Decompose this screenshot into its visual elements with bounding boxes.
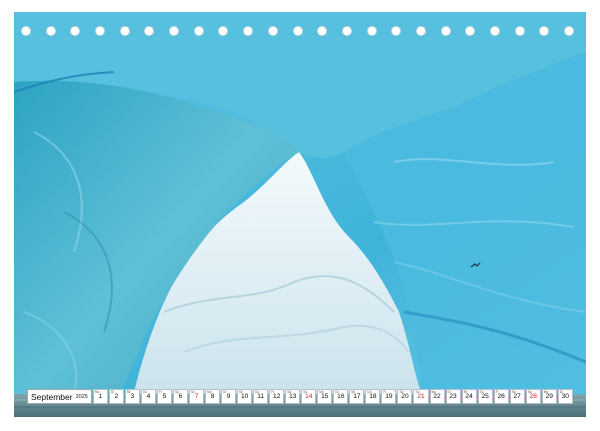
weekday-label: Fr [271, 390, 275, 394]
weekday-label: So [527, 390, 532, 394]
day-number: 26 [497, 393, 505, 400]
day-number: 17 [353, 393, 361, 400]
day-number: 18 [369, 393, 377, 400]
day-number: 12 [273, 393, 281, 400]
weekday-label: Mo [543, 390, 549, 394]
weekday-label: Mo [94, 390, 100, 394]
day-cell: Sa 13 [285, 389, 301, 404]
day-cell: Do 25 [477, 389, 493, 404]
weekday-label: Sa [399, 390, 404, 394]
day-cell: Fr 26 [493, 389, 509, 404]
day-number: 29 [545, 393, 553, 400]
weekday-label: So [303, 390, 308, 394]
calendar-page [14, 12, 586, 417]
weekday-label: Do [142, 390, 148, 394]
day-number: 16 [337, 393, 345, 400]
weekday-label: Mi [351, 390, 355, 394]
day-number: 11 [257, 393, 265, 400]
iceberg-arch-icon [14, 12, 586, 417]
day-cell: Sa 27 [509, 389, 525, 404]
day-cell: Di 9 [221, 389, 237, 404]
day-number: 5 [162, 393, 167, 400]
day-cell: Mi 24 [461, 389, 477, 404]
day-cell: Mi 17 [349, 389, 365, 404]
weekday-label: Fr [383, 390, 387, 394]
weekday-label: Di [447, 390, 451, 394]
weekday-label: Mi [463, 390, 467, 394]
day-cell: Fr 19 [381, 389, 397, 404]
day-number: 14 [305, 393, 313, 400]
weekday-label: Mo [431, 390, 436, 394]
weekday-label: Do [367, 390, 372, 394]
day-number: 21 [417, 393, 425, 400]
day-number: 4 [146, 393, 151, 400]
day-number: 15 [321, 393, 329, 400]
weekday-label: Mo [319, 390, 324, 394]
day-number: 7 [194, 393, 199, 400]
weekday-label: Mi [126, 390, 131, 394]
day-number: 19 [385, 393, 393, 400]
day-cell: Do 18 [365, 389, 381, 404]
day-number: 2 [114, 393, 119, 400]
day-number: 10 [240, 393, 249, 400]
day-cell: Fr 12 [269, 389, 285, 404]
day-cell: Mo 29 [541, 389, 557, 404]
day-cell: Sa 20 [397, 389, 413, 404]
weekday-label: Fr [158, 390, 162, 394]
weekday-label: Fr [495, 390, 499, 394]
day-cell: So 7 [189, 389, 205, 404]
day-cell: So 21 [413, 389, 429, 404]
day-number: 27 [513, 393, 521, 400]
weekday-label: Di [223, 390, 227, 394]
day-number: 20 [401, 393, 409, 400]
day-cell: Sa 6 [173, 389, 189, 404]
day-number: 9 [226, 393, 231, 400]
day-cell: Do 11 [253, 389, 269, 404]
weekday-label: Mo [207, 390, 212, 394]
day-cell: Mo 22 [429, 389, 445, 404]
day-cell: Do 4 [140, 389, 156, 404]
day-cell: Mo 15 [317, 389, 333, 404]
weekday-label: Do [479, 390, 484, 394]
weekday-label: Sa [175, 390, 179, 394]
day-number: 24 [465, 393, 473, 400]
day-cell: Mi 3 [124, 389, 140, 404]
day-cell: Mi 10 [237, 389, 253, 404]
weekday-label: Di [559, 390, 563, 394]
day-cell: Di 2 [108, 389, 124, 404]
calendar-strip: September 2025 Mo 1 Di 2 Mi 3 Do 4 Fr 5 Sa 6 So 7 Mo 8 D… [27, 389, 573, 404]
day-number: 3 [130, 393, 135, 400]
day-cell: Mo 1 [92, 389, 108, 404]
iceberg-arch-photo [14, 12, 586, 417]
day-number: 25 [481, 393, 489, 400]
day-number: 8 [210, 393, 215, 400]
day-number: 1 [98, 393, 103, 400]
day-cell: Di 30 [557, 389, 573, 404]
day-number: 28 [529, 393, 537, 400]
weekday-label: Sa [287, 390, 292, 394]
year-label: 2025 [75, 393, 88, 400]
weekday-label: Mi [239, 390, 243, 394]
day-cell: Di 23 [445, 389, 461, 404]
weekday-label: Do [255, 390, 260, 394]
day-cell: So 28 [525, 389, 541, 404]
weekday-label: So [415, 390, 420, 394]
weekday-label: Sa [511, 390, 516, 394]
weekday-label: So [191, 390, 195, 394]
day-number: 13 [289, 393, 297, 400]
day-cell: Mo 8 [205, 389, 221, 404]
day-number: 30 [561, 393, 569, 400]
weekday-label: Di [335, 390, 339, 394]
day-cell: Di 16 [333, 389, 349, 404]
day-number: 22 [433, 393, 441, 400]
day-number: 23 [449, 393, 457, 400]
day-cell: So 14 [301, 389, 317, 404]
month-label: September 2025 [27, 389, 92, 404]
month-name: September [31, 391, 73, 402]
day-cell: Fr 5 [156, 389, 172, 404]
day-number: 6 [178, 393, 183, 400]
weekday-label: Di [110, 390, 114, 394]
